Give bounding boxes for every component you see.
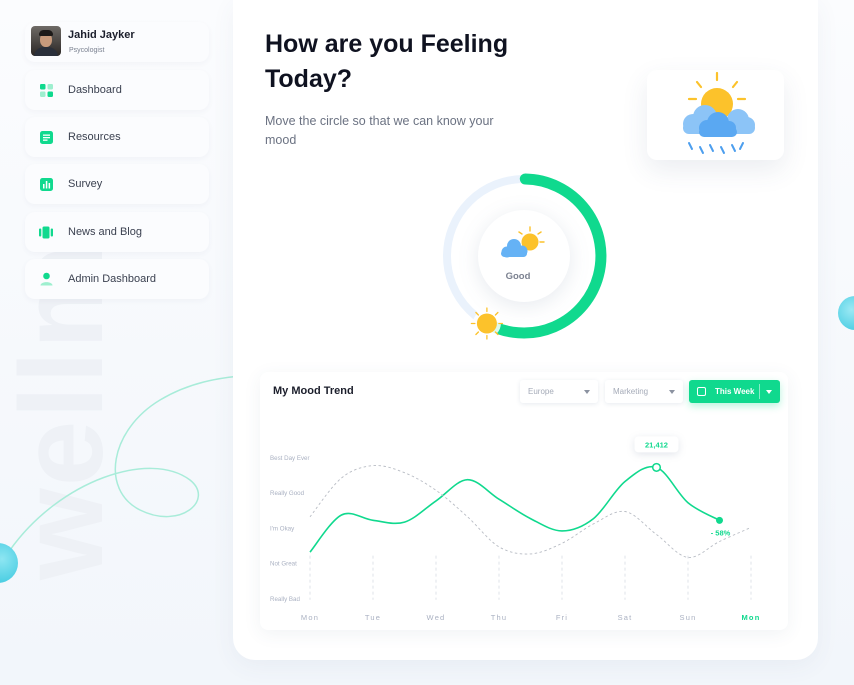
page-subtitle: Move the circle so that we can know your… xyxy=(265,114,494,147)
sidebar-item-survey[interactable]: Survey xyxy=(25,164,209,204)
y-tick-label: Not Great xyxy=(270,561,297,568)
chevron-down-icon xyxy=(669,390,675,394)
profile-role: Psycologist xyxy=(69,47,105,54)
period-select-value: This Week xyxy=(715,387,755,396)
bar-chart-icon xyxy=(39,177,53,191)
mood-dial[interactable] xyxy=(435,170,613,348)
decorative-curve xyxy=(9,375,240,551)
region-select-value: Europe xyxy=(528,387,554,396)
x-tick-label: Mon xyxy=(741,613,760,622)
profile-name: Jahid Jayker xyxy=(68,29,135,41)
series-line-mood xyxy=(309,465,720,553)
x-tick-label: Fri xyxy=(556,613,568,622)
y-tick-label: Best Day Ever xyxy=(270,455,310,462)
peak-point xyxy=(651,462,662,472)
x-tick-label: Sat xyxy=(618,613,633,622)
avatar[interactable] xyxy=(31,26,61,56)
sidebar-item-label: News and Blog xyxy=(68,226,142,238)
y-tick-label: Really Good xyxy=(270,490,305,497)
sidebar-item-news-and-blog[interactable]: News and Blog xyxy=(25,212,209,252)
region-select[interactable]: Europe xyxy=(520,380,598,403)
x-tick-label: Sun xyxy=(680,613,697,622)
sidebar-item-label: Resources xyxy=(68,131,121,143)
y-tick-label: Really Bad xyxy=(270,596,300,603)
document-icon xyxy=(39,130,53,144)
x-tick-label: Thu xyxy=(491,613,508,622)
series-line-comparison xyxy=(309,465,752,558)
sidebar-item-label: Survey xyxy=(68,178,103,190)
calendar-icon xyxy=(697,387,706,396)
y-tick-label: I'm Okay xyxy=(270,525,295,532)
sun-cloud-rain-icon xyxy=(683,71,755,154)
x-tick-label: Wed xyxy=(427,613,446,622)
sidebar-item-admin-dashboard[interactable]: Admin Dashboard xyxy=(25,259,209,299)
mood-slider-handle[interactable] xyxy=(470,307,504,340)
main-panel: How are you Feeling Today? Move the circ… xyxy=(233,0,818,660)
period-select[interactable]: This Week xyxy=(689,380,780,403)
user-icon xyxy=(39,272,53,286)
sidebar-item-label: Dashboard xyxy=(68,84,122,96)
x-tick-label: Tue xyxy=(365,613,381,622)
chevron-down-icon xyxy=(584,390,590,394)
sidebar-item-resources[interactable]: Resources xyxy=(25,117,209,157)
department-select[interactable]: Marketing xyxy=(605,380,683,403)
change-point xyxy=(716,516,723,524)
change-label: - 58% xyxy=(711,528,731,537)
mood-label: Good xyxy=(505,271,531,282)
sidebar-item-label: Admin Dashboard xyxy=(68,273,157,285)
department-select-value: Marketing xyxy=(613,387,649,396)
cards-icon xyxy=(39,225,53,239)
grid-icon xyxy=(39,83,53,97)
page-title: How are you Feeling Today? xyxy=(265,30,509,93)
profile-card[interactable]: Jahid Jayker Psycologist xyxy=(25,22,209,62)
mood-trend-card: Best Day Ever Really Good I'm Okay Not Grea… xyxy=(260,372,788,630)
chart-title: My Mood Trend xyxy=(273,385,354,397)
chevron-down-icon xyxy=(766,390,772,394)
weather-card xyxy=(647,70,784,160)
sidebar: Jahid Jayker Psycologist Dashboard Resou… xyxy=(25,22,209,306)
sidebar-item-dashboard[interactable]: Dashboard xyxy=(25,70,209,110)
peak-label: 21,412 xyxy=(645,440,668,449)
x-tick-label: Mon xyxy=(301,613,319,622)
mood-trend-chart: Best Day Ever Really Good I'm Okay Not Grea… xyxy=(270,436,760,622)
divider xyxy=(759,384,760,399)
